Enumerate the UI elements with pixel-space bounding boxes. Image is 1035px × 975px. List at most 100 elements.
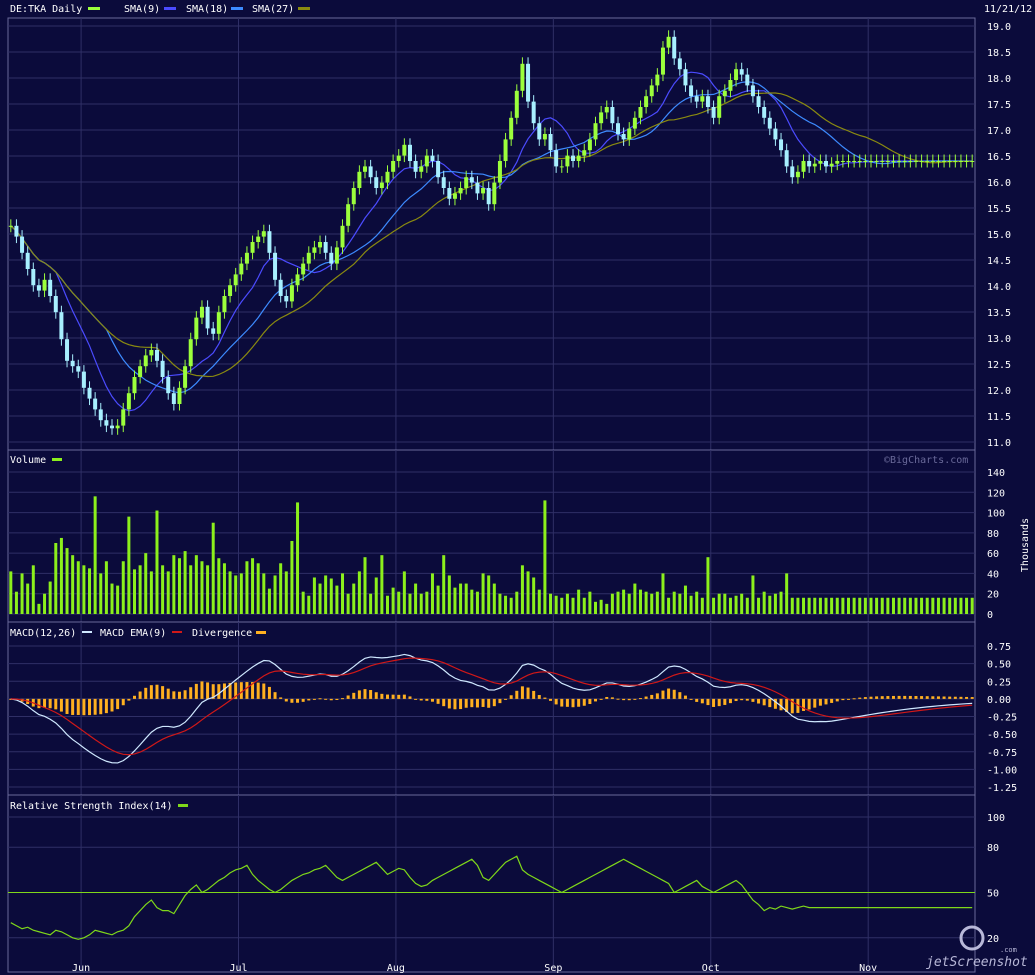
candle-body	[70, 360, 75, 367]
symbol-legend-swatch	[88, 7, 100, 10]
divergence-bar	[813, 698, 817, 708]
divergence-bar	[290, 698, 294, 703]
divergence-bar	[908, 695, 912, 699]
volume-bar	[920, 597, 924, 614]
divergence-bar	[312, 698, 316, 700]
price-axis-tick-label: 17.5	[987, 100, 1011, 111]
divergence-bar	[447, 698, 451, 709]
candle-body	[526, 63, 531, 102]
volume-bar	[357, 571, 361, 614]
divergence-bar	[903, 695, 907, 699]
sma9-label: SMA(9)	[124, 4, 160, 15]
divergence-bar	[329, 698, 333, 701]
candle-body	[424, 155, 429, 167]
volume-bar	[447, 575, 451, 614]
candle-body	[346, 204, 351, 226]
macd-label: MACD(12,26)	[10, 628, 76, 639]
jetscreenshot-watermark: jetScreenshot	[926, 955, 1028, 970]
volume-bar	[59, 537, 63, 614]
candle-body	[154, 350, 159, 361]
candle-body	[402, 144, 407, 156]
volume-bar	[301, 591, 305, 614]
candle-body	[807, 161, 812, 167]
divergence-bar	[599, 698, 603, 700]
divergence-bar	[391, 694, 395, 699]
volume-bar	[723, 593, 727, 614]
month-label: Jul	[229, 963, 247, 974]
divergence-bar	[734, 698, 738, 702]
volume-bar	[211, 522, 215, 614]
volume-axis-tick-label: 80	[987, 529, 999, 540]
divergence-bar	[110, 698, 114, 712]
divergence-bar	[830, 698, 834, 703]
volume-bar	[667, 597, 671, 614]
candle-body	[65, 339, 70, 361]
candle-body	[273, 252, 278, 280]
divergence-bar	[307, 698, 311, 701]
candle-body	[126, 393, 131, 410]
candle-body	[441, 177, 446, 188]
candle-body	[374, 177, 379, 188]
candle-body	[267, 231, 272, 253]
candle-body	[81, 371, 86, 388]
volume-bar	[852, 597, 856, 614]
candle-body	[880, 161, 885, 162]
candle-body	[548, 134, 553, 151]
candle-body	[475, 182, 480, 194]
volume-bar	[768, 595, 772, 614]
divergence-bar	[622, 698, 626, 701]
volume-bar	[279, 563, 283, 614]
volume-bar	[82, 565, 86, 614]
divergence-bar	[481, 698, 485, 707]
candle-body	[239, 263, 244, 275]
volume-bar	[650, 593, 654, 614]
volume-bar	[841, 597, 845, 614]
volume-axis-tick-label: 120	[987, 488, 1005, 499]
candle-body	[306, 252, 311, 264]
volume-bar	[284, 571, 288, 614]
divergence-bar	[565, 698, 569, 707]
volume-bar	[54, 543, 58, 614]
divergence-bar	[970, 697, 974, 699]
candle-body	[565, 155, 570, 167]
divergence-bar	[59, 698, 63, 712]
candle-body	[481, 188, 486, 194]
divergence-bar	[847, 698, 851, 700]
volume-bar	[807, 597, 811, 614]
divergence-bar	[222, 683, 226, 699]
divergence-bar	[717, 698, 721, 707]
divergence-bar	[560, 698, 564, 707]
divergence-bar	[745, 698, 749, 701]
divergence-bar	[43, 698, 47, 708]
volume-bar	[875, 597, 879, 614]
volume-bar	[560, 597, 564, 614]
volume-bar	[953, 597, 957, 614]
volume-bar	[37, 603, 41, 614]
divergence-bar	[155, 684, 159, 699]
candle-body	[717, 96, 722, 118]
candle-body	[840, 161, 845, 162]
candle-body	[964, 161, 969, 162]
divergence-bar	[430, 698, 434, 702]
divergence-bar	[284, 698, 288, 702]
divergence-bar	[408, 696, 412, 699]
volume-bar	[891, 597, 895, 614]
volume-bar	[880, 597, 884, 614]
volume-bar	[419, 593, 423, 614]
candle-body	[160, 360, 165, 377]
divergence-bar	[487, 698, 491, 708]
volume-bar	[644, 591, 648, 614]
volume-bar	[234, 575, 238, 614]
candle-body	[363, 166, 368, 172]
divergence-bar	[352, 692, 356, 699]
price-axis-tick-label: 12.5	[987, 360, 1011, 371]
candle-body	[177, 387, 182, 404]
volume-bar	[408, 593, 412, 614]
volume-bar	[391, 587, 395, 614]
divergence-bar	[700, 698, 704, 704]
volume-bar	[549, 593, 553, 614]
candle-body	[756, 96, 761, 107]
divergence-bar	[948, 696, 952, 699]
volume-bar	[296, 502, 300, 614]
chart-date: 11/21/12	[984, 4, 1032, 15]
